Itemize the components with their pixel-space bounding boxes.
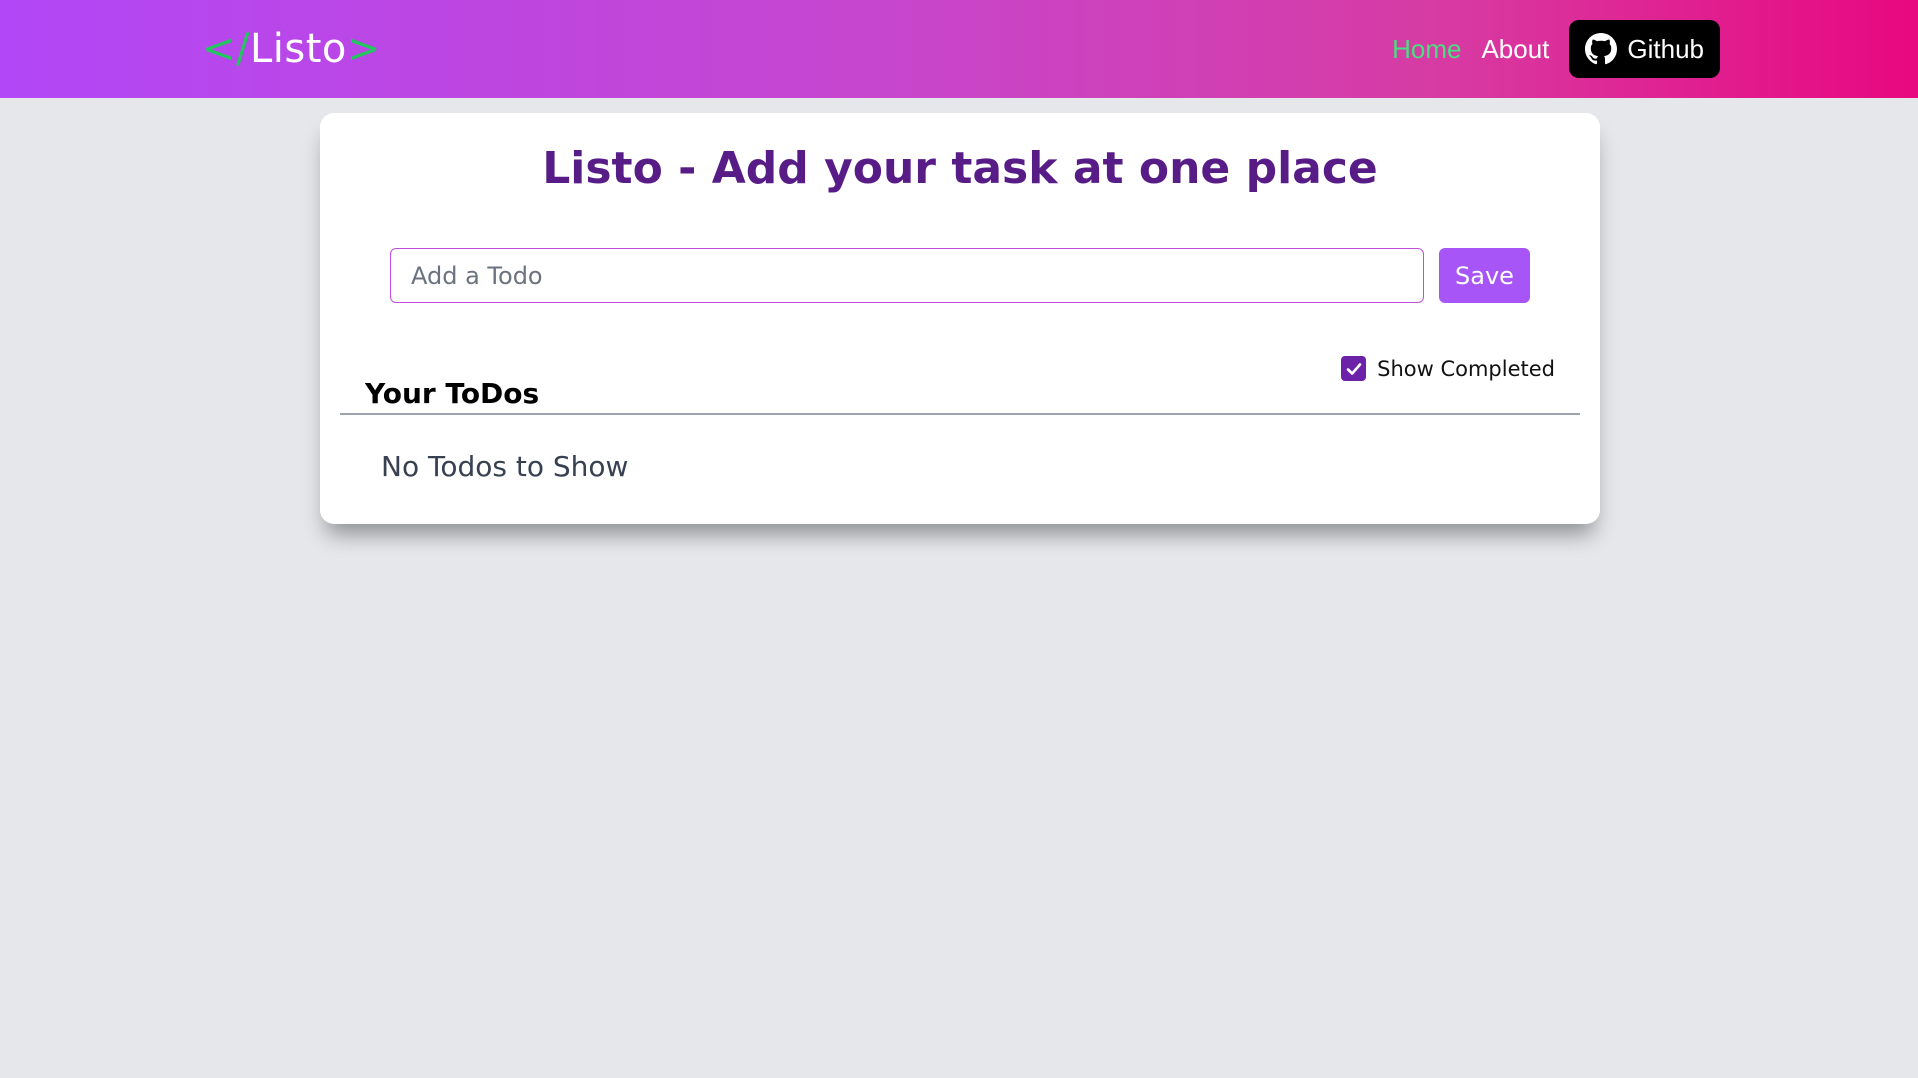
nav-link-home[interactable]: Home: [1392, 34, 1461, 65]
nav-links: Home About Github: [1392, 20, 1720, 78]
todos-heading: Your ToDos: [365, 377, 540, 411]
show-completed-toggle[interactable]: Show Completed: [1341, 356, 1555, 381]
navbar: </Listo> Home About Github: [0, 0, 1918, 98]
page-title: Listo - Add your task at one place: [542, 143, 1378, 194]
logo[interactable]: </Listo>: [202, 22, 381, 76]
empty-todos-message: No Todos to Show: [381, 450, 629, 483]
github-button[interactable]: Github: [1569, 20, 1720, 78]
logo-close-bracket: >: [346, 26, 381, 72]
logo-text: Listo: [250, 26, 347, 72]
show-completed-checkbox[interactable]: [1341, 356, 1367, 381]
github-label: Github: [1627, 33, 1704, 64]
save-button[interactable]: Save: [1439, 248, 1530, 303]
show-completed-label: Show Completed: [1377, 356, 1555, 381]
nav-link-about[interactable]: About: [1481, 34, 1549, 65]
checkmark-icon: [1346, 362, 1361, 375]
divider: [340, 413, 1580, 415]
add-todo-input[interactable]: [390, 248, 1424, 303]
github-icon: [1585, 33, 1618, 65]
todo-card: Listo - Add your task at one place Save …: [320, 113, 1600, 524]
logo-open-bracket: </: [202, 26, 250, 72]
